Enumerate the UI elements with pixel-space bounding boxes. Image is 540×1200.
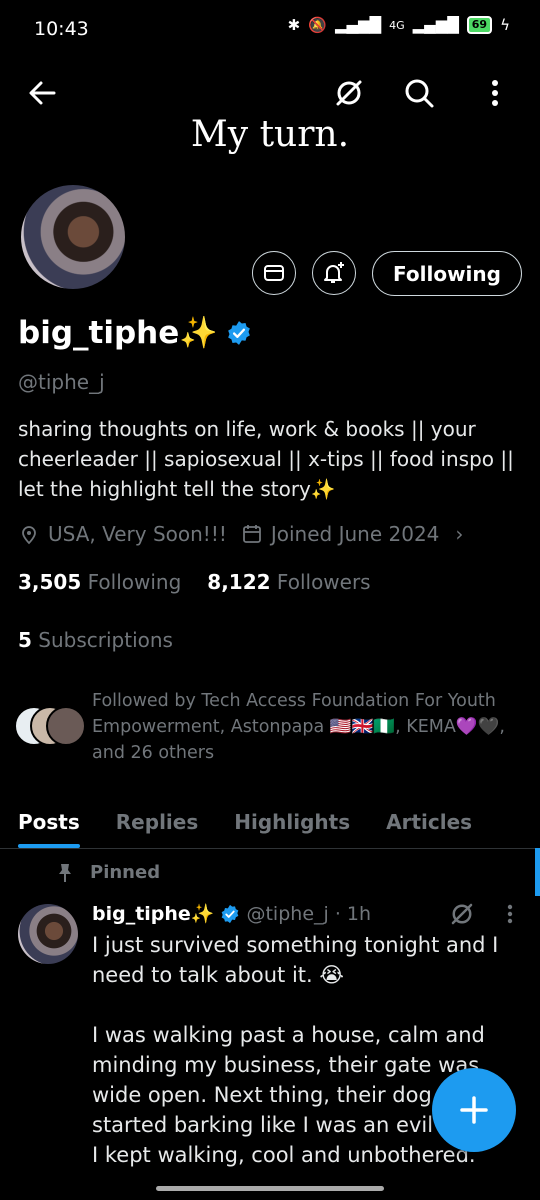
post-handle-time: @tiphe_j · 1h bbox=[246, 902, 372, 925]
profile-bio: sharing thoughts on life, work & books |… bbox=[18, 417, 514, 501]
bell-plus-icon bbox=[324, 262, 344, 283]
post-author-name[interactable]: big_tiphe✨ bbox=[92, 902, 214, 925]
search-button[interactable] bbox=[402, 76, 436, 110]
joined-text: Joined June 2024 bbox=[270, 522, 440, 546]
battery-icon: 69 bbox=[466, 16, 493, 34]
followed-by-avatars[interactable] bbox=[14, 706, 86, 746]
scrollbar[interactable] bbox=[535, 848, 540, 896]
pin-icon bbox=[59, 863, 71, 882]
pinned-label: Pinned bbox=[90, 862, 161, 883]
followed-by-text[interactable]: Followed by Tech Access Foundation For Y… bbox=[92, 688, 522, 766]
chevron-right-icon[interactable]: › bbox=[455, 522, 463, 546]
verified-badge-icon bbox=[222, 904, 239, 923]
location-icon bbox=[22, 526, 36, 545]
profile-avatar[interactable] bbox=[18, 182, 128, 292]
tab-replies[interactable]: Replies bbox=[98, 796, 216, 848]
network-type: 4G bbox=[389, 18, 405, 32]
display-name: big_tiphe✨ bbox=[18, 314, 252, 351]
home-indicator[interactable] bbox=[156, 1186, 384, 1191]
plus-icon bbox=[460, 1096, 488, 1124]
pinned-indicator: Pinned bbox=[56, 862, 160, 883]
follow-counts: 3,505 Following 8,122 Followers bbox=[18, 570, 371, 594]
post-grok-button[interactable] bbox=[448, 900, 476, 928]
following-button[interactable]: Following bbox=[372, 251, 522, 296]
status-icons: ✱ 🔕 ▂▄▆█ 4G ▂▄▆█ 69 ϟ bbox=[288, 16, 510, 34]
compose-post-button[interactable] bbox=[432, 1068, 516, 1152]
post-more-button[interactable] bbox=[500, 900, 520, 928]
back-button[interactable] bbox=[26, 76, 60, 110]
post-header: big_tiphe✨ @tiphe_j · 1h bbox=[92, 902, 372, 926]
display-name-text: big_tiphe✨ bbox=[18, 315, 218, 351]
mute-icon: 🔕 bbox=[308, 16, 327, 34]
grok-button[interactable] bbox=[332, 76, 366, 110]
more-vertical-icon bbox=[507, 904, 513, 924]
arrow-left-icon bbox=[29, 81, 56, 105]
follower-avatar-3 bbox=[46, 706, 86, 746]
calendar-icon bbox=[242, 525, 261, 543]
post-avatar[interactable] bbox=[18, 904, 78, 964]
message-button[interactable] bbox=[252, 251, 296, 295]
tab-posts[interactable]: Posts bbox=[0, 796, 98, 848]
charging-icon: ϟ bbox=[500, 16, 510, 34]
signal-icon-2: ▂▄▆█ bbox=[412, 16, 459, 34]
profile-tabs: Posts Replies Highlights Articles bbox=[0, 796, 540, 848]
status-time: 10:43 bbox=[34, 18, 89, 40]
more-options-button[interactable] bbox=[480, 76, 510, 110]
location-text: USA, Very Soon!!! bbox=[48, 522, 227, 546]
mail-icon bbox=[264, 265, 284, 281]
notify-button[interactable] bbox=[312, 251, 356, 295]
following-count-link[interactable]: 3,505 Following bbox=[18, 570, 181, 594]
banner-text: My turn. bbox=[190, 114, 350, 155]
subscriptions-link[interactable]: 5 Subscriptions bbox=[18, 628, 173, 652]
grok-icon bbox=[336, 80, 362, 106]
verified-badge-icon bbox=[228, 320, 250, 345]
more-vertical-icon bbox=[492, 80, 498, 106]
followers-count-link[interactable]: 8,122 Followers bbox=[207, 570, 370, 594]
bluetooth-icon: ✱ bbox=[287, 16, 301, 34]
tab-highlights[interactable]: Highlights bbox=[216, 796, 368, 848]
grok-icon bbox=[451, 903, 473, 925]
tab-articles[interactable]: Articles bbox=[368, 796, 490, 848]
signal-icon: ▂▄▆█ bbox=[334, 16, 382, 34]
search-icon bbox=[405, 79, 434, 108]
tabs-divider bbox=[0, 848, 540, 849]
profile-handle: @tiphe_j bbox=[18, 370, 105, 394]
profile-meta: USA, Very Soon!!! Joined June 2024 › bbox=[18, 522, 463, 546]
